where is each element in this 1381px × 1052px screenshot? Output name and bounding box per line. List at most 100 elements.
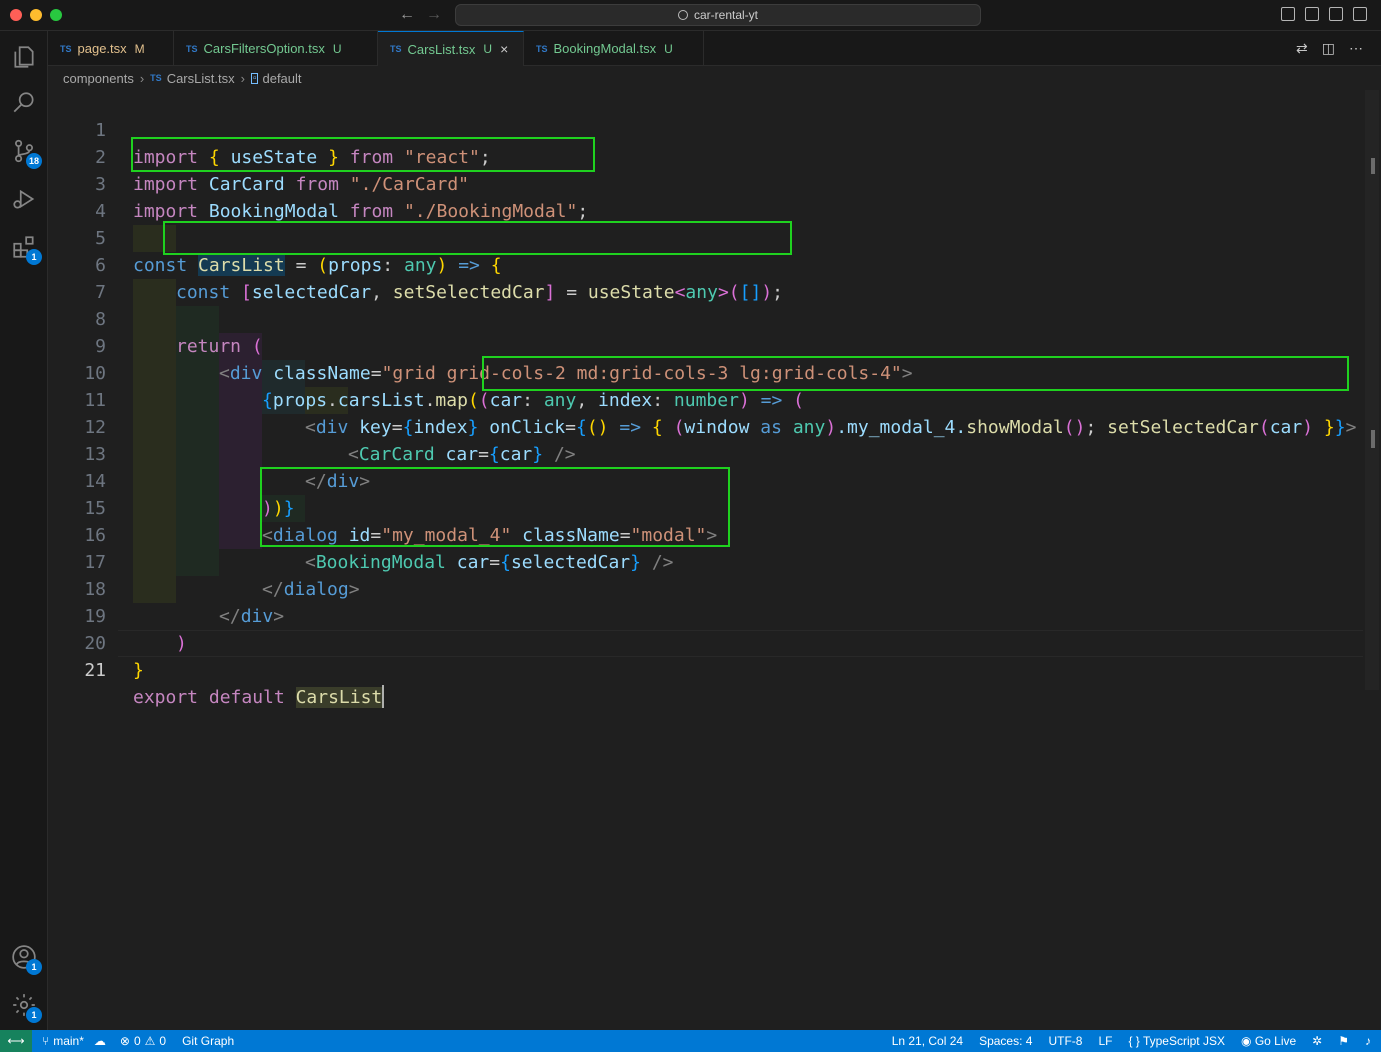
feedback-icon[interactable]: ⚑	[1338, 1034, 1349, 1048]
branch-icon: ⑂	[42, 1034, 50, 1048]
code-line-13: 13 </div>	[48, 414, 1363, 492]
chevron-right-icon: ›	[240, 70, 245, 86]
run-debug-icon[interactable]	[8, 183, 40, 215]
language-label: TypeScript JSX	[1142, 1034, 1225, 1048]
encoding[interactable]: UTF-8	[1048, 1034, 1082, 1048]
code-line-18: 18 </div>	[48, 549, 1363, 627]
code-line-21: 21 export default CarsList	[48, 630, 1363, 708]
code-line-3: 3 import BookingModal from "./BookingMod…	[48, 144, 1363, 222]
editor-tabs: TS page.tsx M TS CarsFiltersOption.tsx U…	[48, 31, 1381, 66]
tab-label: CarsFiltersOption.tsx	[203, 41, 325, 56]
typescript-file-icon: TS	[150, 73, 162, 83]
breadcrumb-file[interactable]: CarsList.tsx	[167, 71, 235, 86]
close-tab-icon[interactable]: ×	[500, 41, 508, 57]
vscode-window: ← → car-rental-yt 18 1 1 1 TS page.tsx M…	[0, 0, 1381, 1052]
toggle-secondary-sidebar-icon[interactable]	[1329, 7, 1343, 21]
code-line-7: 7	[48, 252, 1363, 303]
code-line-8: 8 return (	[48, 279, 1363, 357]
code-line-16: 16 <BookingModal car={selectedCar} />	[48, 495, 1363, 573]
status-bar-right: Ln 21, Col 24 Spaces: 4 UTF-8 LF { } Typ…	[892, 1030, 1371, 1052]
notifications-bell-icon[interactable]: ♪	[1365, 1034, 1371, 1048]
language-mode[interactable]: { } TypeScript JSX	[1128, 1034, 1225, 1048]
untracked-indicator: U	[483, 42, 493, 56]
layout-controls	[1281, 7, 1367, 21]
tab-bookingmodal-tsx[interactable]: TS BookingModal.tsx U	[524, 31, 704, 66]
vertical-scrollbar[interactable]	[1365, 90, 1379, 690]
breadcrumb-symbol[interactable]: default	[262, 71, 301, 86]
accounts-badge: 1	[26, 959, 42, 975]
close-window-button[interactable]	[10, 9, 22, 21]
typescript-file-icon: TS	[536, 43, 548, 54]
search-icon[interactable]	[8, 87, 40, 119]
extensions-badge: 1	[26, 249, 42, 265]
manage-gear-icon[interactable]: 1	[8, 989, 42, 1023]
scrollbar-marker	[1371, 430, 1375, 448]
indentation[interactable]: Spaces: 4	[979, 1034, 1032, 1048]
toggle-primary-sidebar-icon[interactable]	[1281, 7, 1295, 21]
code-line-15: 15 <dialog id="my_modal_4" className="mo…	[48, 468, 1363, 546]
workspace-name: car-rental-yt	[693, 8, 758, 22]
customize-layout-icon[interactable]	[1353, 7, 1367, 21]
git-graph-button[interactable]: Git Graph	[182, 1034, 234, 1048]
tab-label: BookingModal.tsx	[553, 41, 657, 56]
warning-count[interactable]: 0	[159, 1034, 166, 1048]
untracked-indicator: U	[664, 41, 673, 56]
git-branch[interactable]: main*	[53, 1034, 84, 1048]
typescript-file-icon: TS	[390, 44, 402, 54]
code-line-6: 6 const [selectedCar, setSelectedCar] = …	[48, 225, 1363, 303]
error-count[interactable]: 0	[134, 1034, 141, 1048]
editor-actions: ⇄ ◫ ⋯	[1296, 40, 1363, 57]
command-center-search[interactable]: car-rental-yt	[455, 4, 981, 26]
modified-indicator: M	[134, 41, 145, 56]
extensions-icon[interactable]: 1	[8, 231, 42, 265]
source-control-icon[interactable]: 18	[8, 135, 42, 169]
accounts-icon[interactable]: 1	[8, 941, 42, 975]
code-line-19: 19 )	[48, 576, 1363, 654]
code-line-5: 5 const CarsList = (props: any) => {	[48, 198, 1363, 276]
breadcrumb: components › TS CarsList.tsx › ▫ default	[48, 66, 1381, 90]
activity-bar: 18 1 1 1	[0, 31, 48, 1030]
back-arrow-icon[interactable]: ←	[399, 6, 415, 24]
tab-carsfiltersoption-tsx[interactable]: TS CarsFiltersOption.tsx U	[174, 31, 378, 66]
tab-carslist-tsx[interactable]: TS CarsList.tsx U ×	[378, 31, 524, 66]
settings-badge: 1	[26, 1007, 42, 1023]
tab-label: page.tsx	[77, 41, 127, 56]
zoom-window-button[interactable]	[50, 9, 62, 21]
typescript-file-icon: TS	[60, 43, 72, 54]
split-editor-icon[interactable]: ◫	[1322, 40, 1335, 57]
code-line-20: 20 }	[48, 603, 1363, 681]
warning-icon: ⚠	[144, 1034, 156, 1048]
toggle-panel-icon[interactable]	[1305, 7, 1319, 21]
tab-page-tsx[interactable]: TS page.tsx M	[48, 31, 174, 66]
code-line-4: 4	[48, 171, 1363, 222]
cursor-position[interactable]: Ln 21, Col 24	[892, 1034, 963, 1048]
untracked-indicator: U	[332, 41, 342, 56]
code-line-10: 10 {props.carsList.map((car: any, index:…	[48, 333, 1363, 411]
code-line-2: 2 import CarCard from "./CarCard"	[48, 117, 1363, 195]
search-icon	[677, 10, 688, 20]
code-line-12: 12 <CarCard car={car} />	[48, 387, 1363, 465]
broadcast-icon: ◉	[1240, 1034, 1252, 1048]
more-actions-icon[interactable]: ⋯	[1349, 40, 1363, 57]
tab-label: CarsList.tsx	[407, 41, 476, 57]
go-live-button[interactable]: ◉ Go Live	[1241, 1034, 1296, 1048]
symbol-variable-icon: ▫	[250, 72, 259, 84]
scm-count-badge: 18	[25, 153, 42, 169]
copilot-icon[interactable]: ✲	[1312, 1034, 1322, 1048]
explorer-icon[interactable]	[8, 41, 40, 73]
text-cursor	[382, 685, 385, 708]
remote-indicator-icon[interactable]: ⟷	[0, 1030, 32, 1052]
minimize-window-button[interactable]	[30, 9, 42, 21]
code-line-11: 11 <div key={index} onClick={() => { (wi…	[48, 360, 1363, 438]
error-icon: ⊗	[119, 1034, 130, 1048]
breadcrumb-folder[interactable]: components	[63, 71, 134, 86]
code-line-14: 14 ))}	[48, 441, 1363, 519]
code-line-17: 17 </dialog>	[48, 522, 1363, 600]
forward-arrow-icon[interactable]: →	[426, 6, 442, 24]
open-changes-icon[interactable]: ⇄	[1296, 40, 1308, 57]
line-ending[interactable]: LF	[1098, 1034, 1112, 1048]
code-editor[interactable]: 1 import { useState } from "react"; 2 im…	[48, 90, 1381, 1030]
chevron-right-icon: ›	[139, 70, 145, 86]
sync-icon[interactable]: ☁	[94, 1034, 106, 1048]
line-number: 21	[84, 660, 106, 681]
